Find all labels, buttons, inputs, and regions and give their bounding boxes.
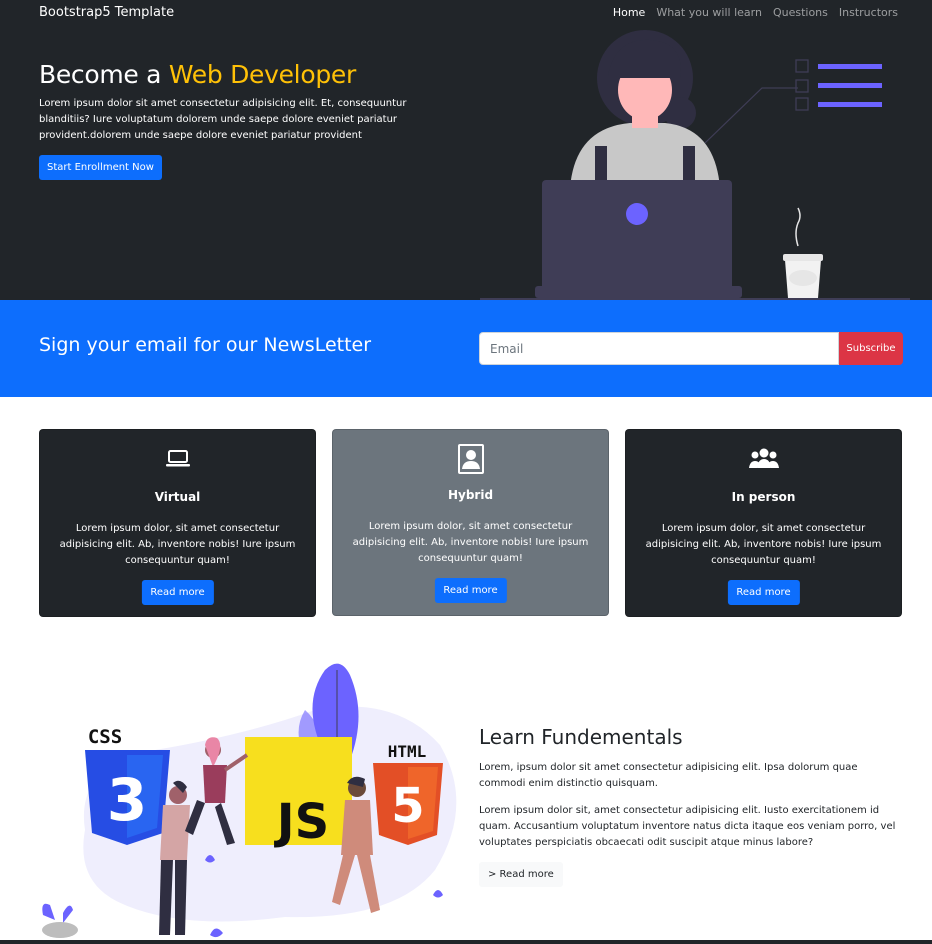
hero-title-prefix: Become a	[39, 60, 169, 89]
read-more-button[interactable]: Read more	[434, 578, 507, 603]
card-text: Lorem ipsum dolor, sit amet consectetur …	[59, 523, 296, 566]
email-input[interactable]	[479, 332, 839, 365]
hero-title-accent: Web Developer	[168, 60, 356, 89]
card-title: Hybrid	[447, 488, 494, 502]
hero-section: Become a Web Developer Lorem ipsum dolor…	[0, 28, 932, 300]
card-virtual: Virtual Lorem ipsum dolor, sit amet cons…	[39, 429, 316, 617]
laptop-icon	[40, 444, 315, 472]
brand-logo[interactable]: Bootstrap5 Template	[39, 5, 174, 20]
learn-paragraph-1: Lorem, ipsum dolor sit amet consectetur …	[479, 762, 858, 789]
next-section-edge	[0, 940, 932, 944]
newsletter-heading: Sign your email for our NewsLetter	[39, 334, 372, 356]
nav-link-home[interactable]: Home	[613, 6, 645, 19]
people-icon	[626, 444, 901, 472]
html-logo-label: HTML	[388, 742, 427, 761]
card-in-person: In person Lorem ipsum dolor, sit amet co…	[625, 429, 902, 617]
card-title: Virtual	[154, 490, 201, 504]
card-text: Lorem ipsum dolor, sit amet consectetur …	[645, 523, 882, 566]
learn-read-more-button[interactable]: > Read more	[479, 862, 563, 887]
read-more-button[interactable]: Read more	[727, 580, 800, 605]
web-technologies-illustration: CSS 3 JS HTML 5	[42, 663, 457, 938]
read-more-button[interactable]: Read more	[141, 580, 214, 605]
hero-title: Become a Web Developer	[39, 60, 356, 89]
start-enrollment-button[interactable]: Start Enrollment Now	[39, 155, 162, 180]
person-badge-icon	[333, 444, 608, 474]
card-hybrid: Hybrid Lorem ipsum dolor, sit amet conse…	[332, 429, 609, 616]
hero-description: Lorem ipsum dolor sit amet consectetur a…	[39, 98, 407, 141]
nav-link-what-you-will-learn[interactable]: What you will learn	[656, 6, 762, 19]
newsletter-section: Sign your email for our NewsLetter Subsc…	[0, 300, 932, 397]
card-title: In person	[731, 490, 796, 504]
css-logo-label: CSS	[88, 726, 122, 748]
nav-link-instructors[interactable]: Instructors	[839, 6, 898, 19]
nav-link-questions[interactable]: Questions	[773, 6, 828, 19]
learn-title: Learn Fundementals	[479, 725, 683, 749]
svg-text:3: 3	[107, 766, 147, 834]
developer-illustration	[480, 30, 910, 300]
subscribe-button[interactable]: Subscribe	[839, 332, 903, 365]
js-logo-label: JS	[274, 794, 329, 850]
navbar: Bootstrap5 Template Home What you will l…	[0, 0, 932, 28]
svg-text:5: 5	[391, 778, 424, 834]
learn-paragraph-2: Lorem ipsum dolor sit, amet consectetur …	[479, 805, 896, 848]
nav-links: Home What you will learn Questions Instr…	[613, 6, 898, 19]
card-text: Lorem ipsum dolor, sit amet consectetur …	[352, 521, 589, 564]
